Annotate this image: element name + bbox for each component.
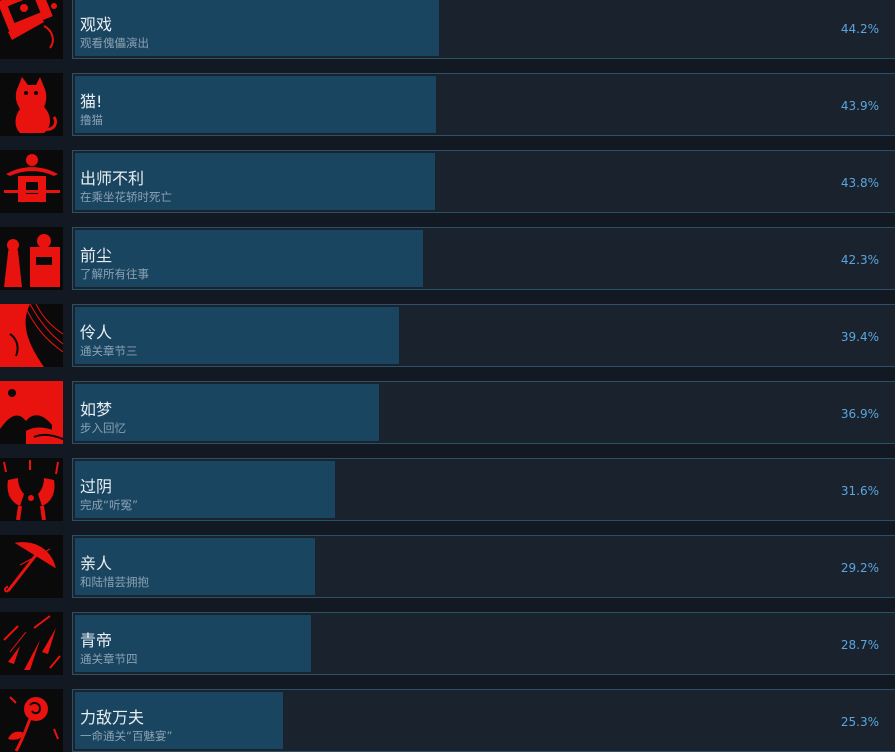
achievement-title: 过阴 xyxy=(80,477,113,496)
achievement-row[interactable]: 如梦步入回忆 36.9% xyxy=(0,381,895,448)
achievement-desc: 通关章节四 xyxy=(80,652,138,666)
achievement-percent: 28.7% xyxy=(840,638,879,652)
achievement-row[interactable]: 青帝通关章节四 28.7% xyxy=(0,612,895,679)
achievement-desc: 观看傀儡演出 xyxy=(80,36,149,50)
achievement-title: 伶人 xyxy=(80,323,113,342)
figures-icon xyxy=(0,227,63,290)
achievement-panel: 青帝通关章节四 28.7% xyxy=(72,612,895,675)
ticket-icon xyxy=(0,0,63,59)
achievement-percent: 44.2% xyxy=(840,22,879,36)
achievement-title: 前尘 xyxy=(80,246,113,265)
achievement-desc: 撸猫 xyxy=(80,113,103,127)
achievement-panel: 前尘了解所有往事 42.3% xyxy=(72,227,895,290)
achievement-row[interactable]: 伶人通关章节三 39.4% xyxy=(0,304,895,371)
achievement-desc: 完成“听冤” xyxy=(80,498,138,512)
achievement-percent: 25.3% xyxy=(840,715,879,729)
achievement-panel: 力敌万夫一命通关“百魅宴” 25.3% xyxy=(72,689,895,752)
achievement-list: 观戏观看傀儡演出 44.2% 猫! 撸猫 43.9% 出师不利在乘坐花轿时死亡 43.8… xyxy=(0,0,895,752)
achievement-panel: 猫! 撸猫 43.9% xyxy=(72,73,895,136)
achievement-percent: 43.9% xyxy=(840,99,879,113)
achievement-desc: 和陆惜芸拥抱 xyxy=(80,575,149,589)
achievement-panel: 出师不利在乘坐花轿时死亡 43.8% xyxy=(72,150,895,213)
petals-icon xyxy=(0,612,63,675)
progress-bar xyxy=(75,76,437,133)
achievement-panel: 如梦步入回忆 36.9% xyxy=(72,381,895,444)
achievement-panel: 过阴完成“听冤” 31.6% xyxy=(72,458,895,521)
achievement-title: 如梦 xyxy=(80,400,113,419)
achievement-row[interactable]: 猫! 撸猫 43.9% xyxy=(0,73,895,140)
achievement-desc: 了解所有往事 xyxy=(80,267,149,281)
rose-icon xyxy=(0,689,63,752)
achievement-desc: 步入回忆 xyxy=(80,421,126,435)
cat-icon xyxy=(0,73,63,136)
achievement-panel: 亲人和陆惜芸拥抱 29.2% xyxy=(72,535,895,598)
achievement-row[interactable]: 出师不利在乘坐花轿时死亡 43.8% xyxy=(0,150,895,217)
achievement-percent: 29.2% xyxy=(840,561,879,575)
achievement-percent: 42.3% xyxy=(840,253,879,267)
achievement-row[interactable]: 过阴完成“听冤” 31.6% xyxy=(0,458,895,525)
achievement-desc: 在乘坐花轿时死亡 xyxy=(80,190,172,204)
achievement-row[interactable]: 前尘了解所有往事 42.3% xyxy=(0,227,895,294)
achievement-percent: 31.6% xyxy=(840,484,879,498)
umbrella-icon xyxy=(0,535,63,598)
achievement-desc: 一命通关“百魅宴” xyxy=(80,729,173,743)
achievement-desc: 通关章节三 xyxy=(80,344,138,358)
achievement-title: 力敌万夫 xyxy=(80,708,145,727)
landscape-icon xyxy=(0,381,63,444)
hands-icon xyxy=(0,458,63,521)
achievement-title: 亲人 xyxy=(80,554,113,573)
performer-icon xyxy=(0,304,63,367)
achievement-row[interactable]: 观戏观看傀儡演出 44.2% xyxy=(0,0,895,63)
sedan-chair-icon xyxy=(0,150,63,213)
achievement-title: 出师不利 xyxy=(80,169,145,188)
achievement-title: 观戏 xyxy=(80,15,113,34)
achievement-percent: 43.8% xyxy=(840,176,879,190)
achievement-row[interactable]: 力敌万夫一命通关“百魅宴” 25.3% xyxy=(0,689,895,752)
achievement-percent: 39.4% xyxy=(840,330,879,344)
achievement-percent: 36.9% xyxy=(840,407,879,421)
achievement-title: 青帝 xyxy=(80,631,113,650)
achievement-panel: 伶人通关章节三 39.4% xyxy=(72,304,895,367)
achievement-title: 猫! xyxy=(80,92,103,111)
achievement-panel: 观戏观看傀儡演出 44.2% xyxy=(72,0,895,59)
achievement-row[interactable]: 亲人和陆惜芸拥抱 29.2% xyxy=(0,535,895,602)
